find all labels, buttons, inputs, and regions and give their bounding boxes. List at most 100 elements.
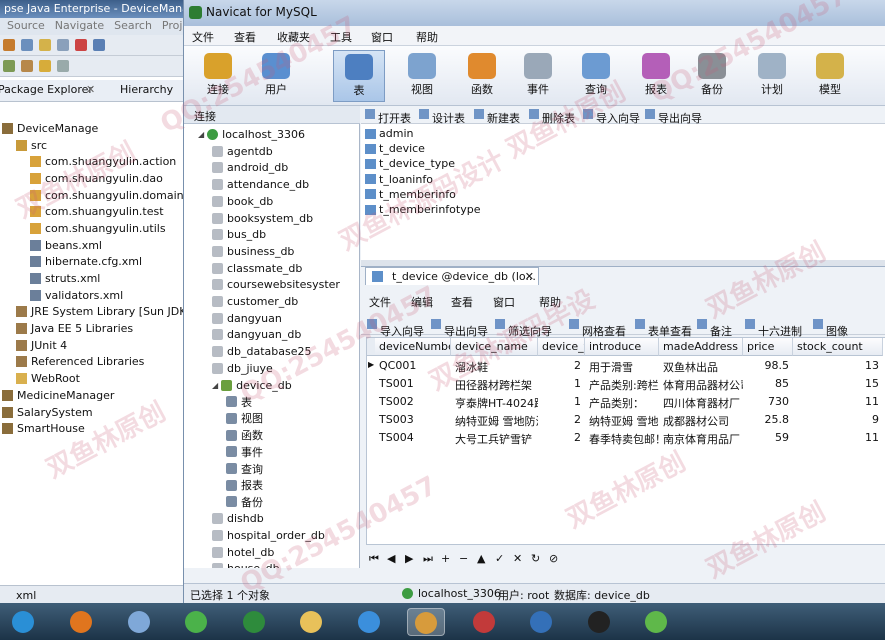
connection-tree-item[interactable]: hospital_order_db (212, 527, 325, 544)
grid-cell[interactable]: 双鱼林出品 (659, 357, 743, 375)
viewer-toolbar-button[interactable]: 备注 (697, 318, 732, 338)
viewer-toolbar-button[interactable]: 网格查看 (569, 318, 626, 338)
grid-cell[interactable]: 11 (793, 393, 883, 411)
tool-icon[interactable] (75, 39, 87, 51)
tool-icon[interactable] (39, 60, 51, 72)
grid-cell[interactable]: 85 (743, 375, 793, 393)
viewer-toolbar-button[interactable]: 筛选向导 (495, 318, 552, 338)
tool-icon[interactable] (3, 60, 15, 72)
grid-cell[interactable]: 9 (793, 411, 883, 429)
viewer-toolbar-button[interactable]: 导入向导 (367, 318, 424, 338)
grid-column-header[interactable]: device_typ (538, 338, 585, 356)
object-toolbar-button[interactable]: 设计表 (419, 108, 465, 125)
connection-tree-item[interactable]: 查询 (226, 460, 263, 477)
tool-icon[interactable] (39, 39, 51, 51)
menu-item[interactable]: 文件 (192, 29, 214, 45)
package-tree-item[interactable]: validators.xml (0, 287, 188, 304)
close-icon[interactable]: ✕ (525, 270, 534, 283)
connection-tree-item[interactable]: business_db (212, 243, 294, 260)
package-tree-item[interactable]: struts.xml (0, 270, 188, 287)
grid-cell[interactable]: 13 (793, 357, 883, 375)
grid-cell[interactable]: QC001 (375, 357, 451, 375)
connection-tree-item[interactable]: booksystem_db (212, 210, 313, 227)
package-tree-item[interactable]: com.shuangyulin.test (0, 203, 188, 220)
connection-tree-item[interactable]: classmate_db (212, 260, 302, 277)
package-tree-item[interactable]: beans.xml (0, 237, 188, 254)
grid-column-header[interactable]: madeAddress (659, 338, 743, 356)
grid-cell[interactable]: 成都器材公司 (659, 411, 743, 429)
tool-icon[interactable] (3, 39, 15, 51)
tool-icon[interactable] (21, 60, 33, 72)
connection-tree-item[interactable]: db_jiuye (212, 360, 273, 377)
connection-tree-item[interactable]: 视图 (226, 410, 263, 427)
package-tree-item[interactable]: Referenced Libraries (0, 354, 188, 371)
menu-item[interactable]: 窗口 (371, 29, 393, 45)
grid-cell[interactable]: 田径器材跨栏架 (451, 375, 538, 393)
expanded-arrow-icon[interactable]: ◢ (212, 381, 218, 390)
viewer-toolbar-button[interactable]: 十六进制 (745, 318, 802, 338)
grid-cell[interactable]: 四川体育器材厂 (659, 393, 743, 411)
toolbar-backup-button[interactable]: 备份 (686, 50, 738, 102)
record-nav-button[interactable]: ⏮ (369, 552, 379, 566)
menu-navigate[interactable]: Navigate (55, 19, 104, 32)
grid-cell[interactable]: 15 (793, 375, 883, 393)
package-tree-item[interactable]: SmartHouse (0, 420, 188, 437)
grid-cell[interactable]: 溜冰鞋 (451, 357, 538, 375)
grid-cell[interactable]: 59 (743, 429, 793, 447)
tool-icon[interactable] (93, 39, 105, 51)
grid-cell[interactable]: TS004 (375, 429, 451, 447)
taskbar-button[interactable] (465, 608, 503, 636)
close-icon[interactable]: ✕ (86, 83, 95, 96)
object-toolbar-button[interactable]: 新建表 (474, 108, 520, 125)
grid-cell[interactable]: 1 (538, 393, 585, 411)
viewer-toolbar-button[interactable]: 图像 (813, 318, 848, 338)
toolbar-query-button[interactable]: 查询 (570, 50, 622, 102)
grid-cell[interactable]: 2 (538, 411, 585, 429)
package-tree-item[interactable]: JRE System Library [Sun JDK 1.6 (0, 304, 207, 321)
viewer-menu-item[interactable]: 窗口 (493, 294, 515, 310)
table-list-item[interactable]: t_device (365, 141, 425, 156)
grid-cell[interactable]: 用于滑雪 (585, 357, 659, 375)
package-tree-item[interactable]: com.shuangyulin.action (0, 153, 188, 170)
expanded-arrow-icon[interactable]: ◢ (198, 130, 204, 139)
connection-tree-item[interactable]: agentdb (212, 143, 273, 160)
menu-item[interactable]: 查看 (234, 29, 256, 45)
package-tree-item[interactable]: hibernate.cfg.xml (0, 254, 188, 271)
connection-tree-item[interactable]: 事件 (226, 443, 263, 460)
object-toolbar-button[interactable]: 删除表 (529, 108, 575, 125)
taskbar-button[interactable] (292, 608, 330, 636)
menu-item[interactable]: 帮助 (416, 29, 438, 45)
connection-tree-item[interactable]: 报表 (226, 477, 263, 494)
tool-icon[interactable] (57, 39, 69, 51)
grid-cell[interactable]: 2 (538, 357, 585, 375)
grid-column-header[interactable]: introduce (585, 338, 659, 356)
grid-column-header[interactable]: deviceNumber (375, 338, 451, 356)
toolbar-schedule-button[interactable]: 计划 (746, 50, 798, 102)
table-list-item[interactable]: t_memberinfo (365, 187, 456, 202)
object-toolbar-button[interactable]: 打开表 (365, 108, 411, 125)
grid-column-header[interactable]: stock_count (793, 338, 883, 356)
grid-cell[interactable]: 纳特亚姆 雪地防滑 (451, 411, 538, 429)
taskbar-button[interactable] (120, 608, 158, 636)
package-tree-item[interactable]: com.shuangyulin.dao (0, 170, 188, 187)
taskbar-button[interactable] (350, 608, 388, 636)
table-viewer-tab[interactable]: t_device @device_db (lo... ✕ (365, 267, 539, 285)
table-list-item[interactable]: t_memberinfotype (365, 202, 481, 217)
grid-cell[interactable]: 产品类别： (585, 393, 659, 411)
connection-tree-item[interactable]: 备份 (226, 493, 263, 510)
viewer-menu-item[interactable]: 查看 (451, 294, 473, 310)
connection-tree-item[interactable]: db_database25 (212, 343, 311, 360)
grid-cell[interactable]: 南京体育用品厂 (659, 429, 743, 447)
toolbar-user-button[interactable]: 用户 (250, 50, 302, 102)
viewer-menu-item[interactable]: 文件 (369, 294, 391, 310)
menu-item[interactable]: 工具 (330, 29, 352, 45)
grid-cell[interactable]: 大号工兵铲雪铲 (451, 429, 538, 447)
package-tree-item[interactable]: Java EE 5 Libraries (0, 320, 188, 337)
connection-tree-item[interactable]: ◢ localhost_3306 (198, 126, 305, 143)
grid-cell[interactable]: 春季特卖包邮！ (585, 429, 659, 447)
record-nav-button[interactable]: − (459, 552, 468, 565)
toolbar-function-button[interactable]: 函数 (456, 50, 508, 102)
package-tree-item[interactable]: DeviceManage (0, 120, 188, 137)
table-list-item[interactable]: t_loaninfo (365, 172, 433, 187)
grid-cell[interactable]: TS003 (375, 411, 451, 429)
